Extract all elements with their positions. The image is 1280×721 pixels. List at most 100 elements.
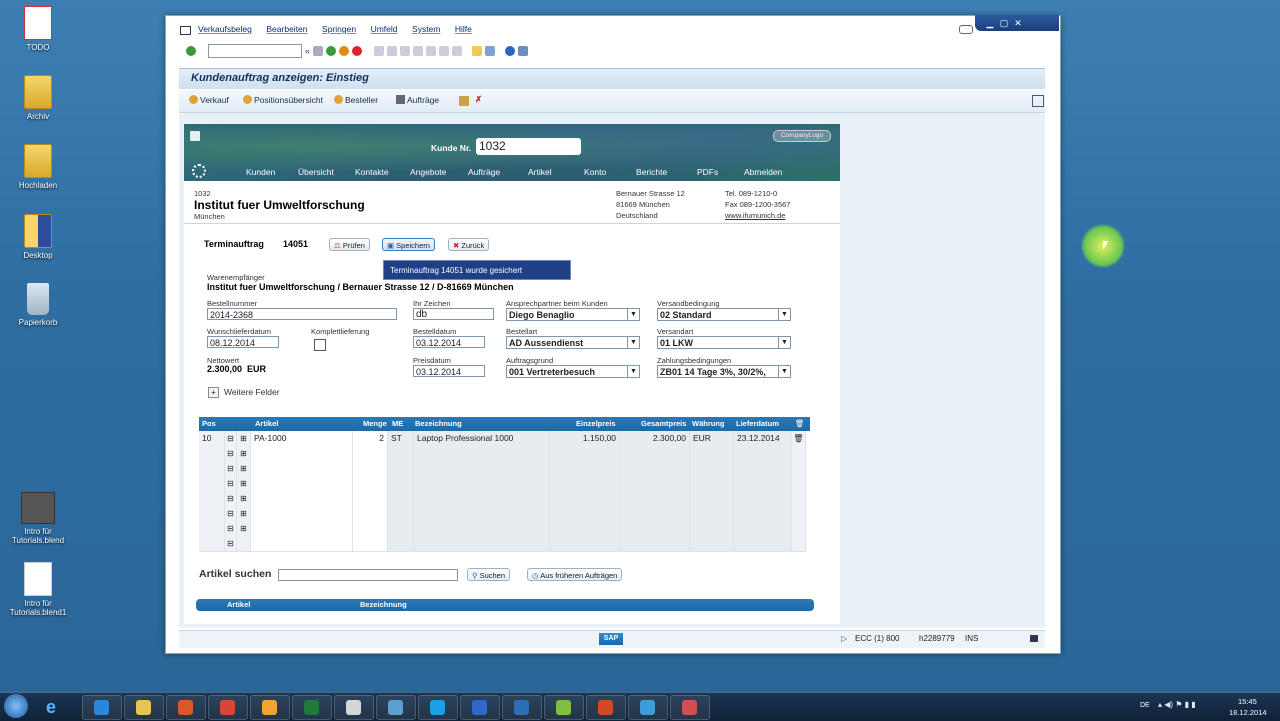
auftraege-button[interactable]: Aufträge bbox=[396, 95, 439, 105]
cell-liefer[interactable] bbox=[734, 476, 792, 491]
exit-icon[interactable] bbox=[339, 46, 350, 56]
positionsuebersicht-button[interactable]: Positionsübersicht bbox=[243, 95, 323, 105]
desktop-icon-todo[interactable]: TODO bbox=[8, 6, 68, 52]
expand-row-icon[interactable]: ⊞ bbox=[237, 521, 251, 536]
cell-artikel[interactable] bbox=[251, 491, 353, 506]
cell-me[interactable] bbox=[388, 491, 414, 506]
minimize-icon[interactable]: ▁ bbox=[983, 15, 997, 31]
gear-icon[interactable] bbox=[192, 164, 206, 178]
ihr-zeichen-input[interactable]: db bbox=[413, 308, 494, 320]
row-action[interactable] bbox=[792, 461, 806, 476]
cell-bez[interactable] bbox=[414, 491, 550, 506]
cell-liefer[interactable] bbox=[734, 506, 792, 521]
delete-icon[interactable]: ✗ bbox=[475, 94, 482, 105]
sap-logon-icon[interactable] bbox=[250, 695, 290, 720]
status-play-icon[interactable]: ▷ bbox=[841, 634, 847, 643]
cell-menge[interactable] bbox=[353, 476, 388, 491]
nav-berichte[interactable]: Berichte bbox=[636, 167, 667, 177]
network-icon[interactable] bbox=[460, 695, 500, 720]
save-icon[interactable] bbox=[313, 46, 324, 56]
cell-me[interactable] bbox=[388, 461, 414, 476]
maximize-icon[interactable]: ▢ bbox=[997, 15, 1011, 31]
first-page-icon[interactable] bbox=[413, 46, 424, 56]
nav-artikel[interactable]: Artikel bbox=[528, 167, 552, 177]
scroll-icon[interactable] bbox=[1032, 95, 1044, 107]
windows-apps-icon[interactable] bbox=[334, 695, 374, 720]
cell-einzel[interactable] bbox=[550, 491, 620, 506]
cell-waehrung[interactable] bbox=[690, 521, 734, 536]
cell-me[interactable] bbox=[388, 476, 414, 491]
collapse-row-icon[interactable]: ⊟ bbox=[225, 431, 237, 446]
cell-waehrung[interactable] bbox=[690, 461, 734, 476]
ansprechpartner-select[interactable]: Diego Benaglio ▼ bbox=[506, 308, 640, 321]
row-action[interactable] bbox=[792, 476, 806, 491]
desktop-icon-desktop[interactable]: Desktop bbox=[8, 214, 68, 260]
cell-waehrung[interactable]: EUR bbox=[690, 431, 734, 446]
cell-einzel[interactable] bbox=[550, 506, 620, 521]
nav-auftraege[interactable]: Aufträge bbox=[468, 167, 500, 177]
other-order-icon[interactable] bbox=[459, 96, 469, 106]
expand-row-icon[interactable]: ⊞ bbox=[237, 446, 251, 461]
cell-menge[interactable] bbox=[353, 521, 388, 536]
tower-icon[interactable] bbox=[502, 695, 542, 720]
expand-row-icon[interactable] bbox=[237, 536, 251, 551]
next-page-icon[interactable] bbox=[439, 46, 450, 56]
collapse-row-icon[interactable]: ⊟ bbox=[225, 446, 237, 461]
cell-gesamt[interactable] bbox=[620, 491, 690, 506]
find-icon[interactable] bbox=[387, 46, 398, 56]
cell-me[interactable] bbox=[388, 446, 414, 461]
collapse-row-icon[interactable]: ⊟ bbox=[225, 536, 237, 551]
cell-liefer[interactable] bbox=[734, 461, 792, 476]
new-session-icon[interactable] bbox=[472, 46, 483, 56]
fruehere-auftraege-button[interactable]: ◷ Aus früheren Aufträgen bbox=[527, 568, 623, 581]
menu-verkaufsbeleg[interactable]: Verkaufsbeleg bbox=[198, 24, 252, 34]
expand-row-icon[interactable]: ⊞ bbox=[237, 476, 251, 491]
cell-artikel[interactable]: PA-1000 bbox=[251, 431, 353, 446]
collapse-row-icon[interactable]: ⊟ bbox=[225, 476, 237, 491]
speichern-button[interactable]: ▣ Speichern bbox=[382, 238, 435, 251]
collapse-row-icon[interactable]: ⊟ bbox=[225, 521, 237, 536]
enter-check-icon[interactable] bbox=[186, 46, 196, 56]
menu-springen[interactable]: Springen bbox=[322, 24, 356, 34]
row-action[interactable] bbox=[792, 491, 806, 506]
home-icon[interactable] bbox=[190, 131, 200, 141]
cell-artikel[interactable] bbox=[251, 446, 353, 461]
cell-waehrung[interactable] bbox=[690, 491, 734, 506]
menu-umfeld[interactable]: Umfeld bbox=[371, 24, 398, 34]
collapse-icon[interactable]: « bbox=[305, 46, 310, 56]
row-action[interactable] bbox=[792, 521, 806, 536]
zahlungsbedingungen-select[interactable]: ZB01 14 Tage 3%, 30/2%, ▼ bbox=[657, 365, 791, 378]
cell-waehrung[interactable] bbox=[690, 446, 734, 461]
chrome-icon[interactable] bbox=[208, 695, 248, 720]
nav-pdfs[interactable]: PDFs bbox=[697, 167, 718, 177]
cell-artikel[interactable] bbox=[251, 521, 353, 536]
customize-layout-icon[interactable] bbox=[959, 25, 973, 34]
help-icon[interactable] bbox=[505, 46, 516, 56]
cell-liefer[interactable] bbox=[734, 446, 792, 461]
bestelldatum-input[interactable]: 03.12.2014 bbox=[413, 336, 485, 348]
cell-me[interactable] bbox=[388, 521, 414, 536]
ie-icon[interactable] bbox=[82, 695, 122, 720]
shortcut-icon[interactable] bbox=[485, 46, 496, 56]
trash-icon[interactable]: 🗑 bbox=[795, 419, 805, 428]
cell-gesamt[interactable]: 2.300,00 bbox=[620, 431, 690, 446]
cell-gesamt[interactable] bbox=[620, 461, 690, 476]
cell-bez[interactable] bbox=[414, 536, 550, 551]
desktop-icon-blend[interactable]: Intro für Tutorials.blend bbox=[8, 492, 68, 545]
cell-menge[interactable] bbox=[353, 506, 388, 521]
cell-artikel[interactable] bbox=[251, 461, 353, 476]
cell-einzel[interactable] bbox=[550, 446, 620, 461]
nav-angebote[interactable]: Angebote bbox=[410, 167, 446, 177]
find-next-icon[interactable] bbox=[400, 46, 411, 56]
cell-bez[interactable]: Laptop Professional 1000 bbox=[414, 431, 550, 446]
row-action[interactable] bbox=[792, 536, 806, 551]
cell-bez[interactable] bbox=[414, 521, 550, 536]
besteller-button[interactable]: Besteller bbox=[334, 95, 378, 105]
komplettlieferung-checkbox[interactable] bbox=[314, 339, 326, 351]
cell-bez[interactable] bbox=[414, 476, 550, 491]
collapse-row-icon[interactable]: ⊟ bbox=[225, 506, 237, 521]
cell-me[interactable]: ST bbox=[388, 431, 414, 446]
auftragsgrund-select[interactable]: 001 Vertreterbesuch ▼ bbox=[506, 365, 640, 378]
cell-artikel[interactable] bbox=[251, 506, 353, 521]
cell-gesamt[interactable] bbox=[620, 476, 690, 491]
